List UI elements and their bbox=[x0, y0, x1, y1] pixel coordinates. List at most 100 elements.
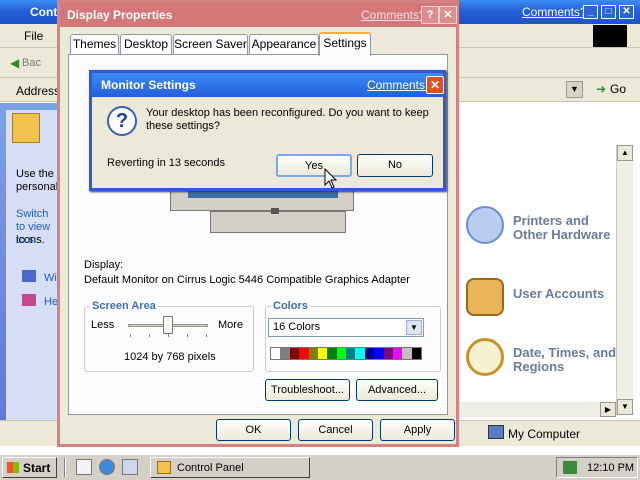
ok-button[interactable]: OK bbox=[216, 419, 291, 441]
horizontal-scrollbar[interactable]: ▶ bbox=[456, 402, 616, 417]
monitor-settings-titlebar[interactable]: Monitor Settings Comments? bbox=[92, 73, 443, 97]
palette-swatch bbox=[346, 348, 356, 359]
display-properties-window: Display Properties Comments? ? ✕ Themes … bbox=[57, 0, 459, 447]
yes-button[interactable]: Yes bbox=[276, 154, 352, 177]
menu-file[interactable]: File bbox=[24, 29, 43, 43]
category-printers[interactable]: Printers and Other Hardware bbox=[513, 214, 617, 242]
palette-swatch bbox=[364, 348, 375, 359]
left-pane-text-icons: icons. bbox=[16, 234, 45, 246]
mouse-printer-icon[interactable] bbox=[466, 206, 504, 244]
palette-swatch bbox=[355, 348, 365, 359]
my-computer-icon bbox=[488, 425, 504, 439]
control-panel-comments-link[interactable]: Comments? bbox=[522, 5, 587, 19]
tray-app-icon[interactable] bbox=[563, 461, 577, 474]
scroll-down-icon[interactable]: ▼ bbox=[617, 399, 633, 415]
system-tray: 12:10 PM bbox=[556, 457, 638, 478]
back-arrow-icon[interactable]: ◀ bbox=[10, 56, 19, 70]
taskbar: Start Control Panel 12:10 PM bbox=[0, 453, 640, 480]
vertical-scrollbar[interactable]: ▲ ▼ bbox=[616, 145, 633, 415]
palette-swatch bbox=[402, 348, 412, 359]
show-desktop-icon[interactable] bbox=[76, 459, 92, 475]
taskbar-item-control-panel[interactable]: Control Panel bbox=[150, 457, 310, 478]
help-icon[interactable]: ? bbox=[421, 6, 439, 24]
slider-tick bbox=[168, 334, 169, 337]
close-icon[interactable]: ✕ bbox=[619, 5, 634, 19]
palette-swatch bbox=[289, 348, 300, 359]
folder-icon bbox=[157, 461, 171, 474]
internet-explorer-icon[interactable] bbox=[99, 459, 115, 475]
chevron-down-icon[interactable]: ▼ bbox=[406, 320, 422, 335]
users-icon[interactable] bbox=[466, 278, 504, 316]
left-pane-text: Use the personal bbox=[16, 168, 59, 193]
go-arrow-icon[interactable]: ➜ bbox=[596, 82, 606, 96]
screen-area-title: Screen Area bbox=[90, 300, 158, 312]
category-date-time[interactable]: Date, Times, and Regions bbox=[513, 346, 617, 374]
maximize-icon[interactable]: □ bbox=[601, 5, 616, 19]
slider-tick bbox=[187, 334, 188, 337]
category-user-accounts[interactable]: User Accounts bbox=[513, 287, 604, 301]
question-icon: ? bbox=[107, 106, 137, 136]
screen-area-slider-thumb[interactable] bbox=[163, 316, 173, 334]
clock-icon[interactable] bbox=[466, 338, 504, 376]
palette-swatch bbox=[280, 348, 290, 359]
help-book-icon bbox=[22, 294, 36, 306]
start-button[interactable]: Start bbox=[2, 457, 57, 478]
scroll-up-icon[interactable]: ▲ bbox=[617, 145, 633, 161]
tab-themes[interactable]: Themes bbox=[70, 34, 119, 54]
taskbar-divider bbox=[64, 458, 66, 477]
tab-appearance[interactable]: Appearance bbox=[249, 34, 319, 54]
display-label: Display: bbox=[84, 259, 124, 271]
troubleshoot-button[interactable]: Troubleshoot... bbox=[265, 379, 350, 401]
color-palette-preview bbox=[270, 347, 422, 360]
close-icon[interactable]: ✕ bbox=[439, 6, 457, 24]
status-my-computer: My Computer bbox=[508, 427, 581, 441]
monitor-settings-comments-link[interactable]: Comments? bbox=[367, 78, 432, 92]
colors-select[interactable]: 16 Colors bbox=[268, 318, 424, 337]
display-properties-comments-link[interactable]: Comments? bbox=[361, 8, 426, 22]
palette-swatch bbox=[299, 348, 309, 359]
clock[interactable]: 12:10 PM bbox=[587, 462, 634, 474]
apply-button[interactable]: Apply bbox=[380, 419, 455, 441]
windows-flag-icon bbox=[7, 462, 19, 473]
colors-group bbox=[265, 306, 441, 372]
monitor-settings-title: Monitor Settings bbox=[101, 78, 196, 92]
palette-swatch bbox=[392, 348, 403, 359]
windows-update-link[interactable]: Wi bbox=[44, 272, 57, 285]
go-button[interactable]: Go bbox=[610, 82, 626, 96]
tab-desktop[interactable]: Desktop bbox=[120, 34, 172, 54]
minimize-icon[interactable]: _ bbox=[583, 5, 598, 19]
screen-area-more-label: More bbox=[218, 319, 244, 331]
address-dropdown-icon[interactable]: ▼ bbox=[566, 81, 583, 98]
monitor-power-button bbox=[271, 208, 279, 214]
tab-settings[interactable]: Settings bbox=[319, 32, 371, 56]
close-icon[interactable]: ✕ bbox=[426, 76, 444, 94]
palette-swatch bbox=[411, 348, 421, 359]
windows-update-icon bbox=[22, 270, 36, 282]
colors-title: Colors bbox=[271, 300, 310, 312]
no-button[interactable]: No bbox=[357, 154, 433, 177]
help-link[interactable]: He bbox=[44, 296, 58, 309]
slider-tick bbox=[130, 334, 131, 337]
windows-logo-icon bbox=[593, 25, 627, 47]
address-label: Address bbox=[16, 84, 61, 98]
network-icon[interactable] bbox=[122, 459, 138, 475]
slider-tick bbox=[149, 334, 150, 337]
display-adapter-value: Default Monitor on Cirrus Logic 5446 Com… bbox=[84, 274, 410, 286]
scroll-right-icon[interactable]: ▶ bbox=[600, 402, 616, 417]
taskbar-item-label: Control Panel bbox=[177, 462, 244, 474]
tab-screen-saver[interactable]: Screen Saver bbox=[173, 34, 248, 54]
palette-swatch bbox=[336, 348, 346, 359]
monitor-settings-message: Your desktop has been reconfigured. Do y… bbox=[146, 107, 429, 132]
monitor-stand bbox=[210, 211, 346, 233]
cancel-button[interactable]: Cancel bbox=[298, 419, 373, 441]
control-panel-folder-icon bbox=[12, 113, 40, 143]
palette-swatch bbox=[317, 348, 328, 359]
advanced-button[interactable]: Advanced... bbox=[356, 379, 438, 401]
back-button-label[interactable]: Bac bbox=[22, 57, 41, 69]
mouse-cursor-icon bbox=[324, 168, 338, 189]
screen-area-less-label: Less bbox=[91, 319, 115, 331]
display-properties-titlebar[interactable]: Display Properties Comments? ? ✕ bbox=[60, 3, 457, 27]
palette-swatch bbox=[374, 348, 384, 359]
palette-swatch bbox=[308, 348, 318, 359]
palette-swatch bbox=[271, 348, 281, 359]
